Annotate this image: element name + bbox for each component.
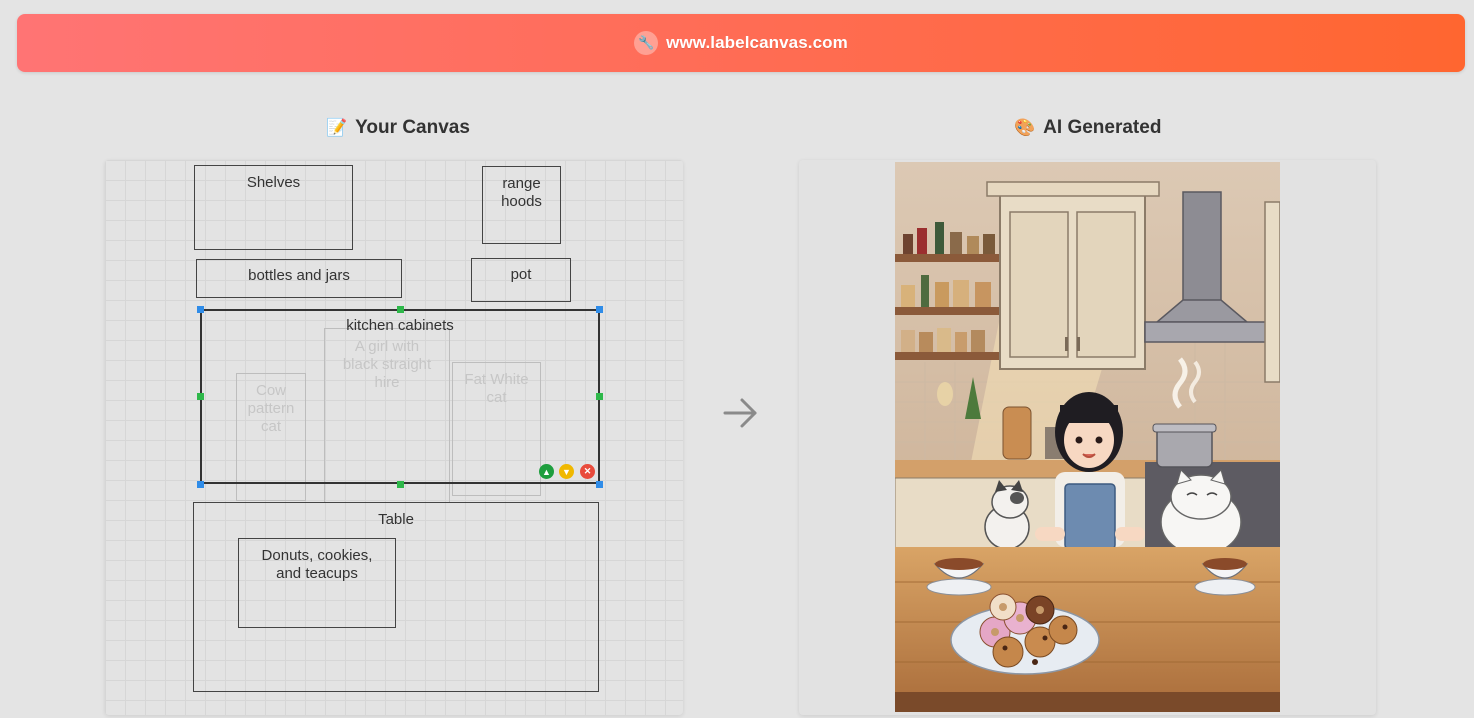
chevron-down-icon[interactable]: ▼: [559, 464, 574, 479]
label-box-bottles[interactable]: bottles and jars: [196, 259, 402, 298]
label-box-donuts[interactable]: Donuts, cookies, and teacups: [238, 538, 396, 628]
palette-icon: 🎨: [1014, 118, 1036, 137]
ai-generated-image: [895, 162, 1280, 712]
pencil-icon: 📝: [326, 118, 348, 137]
label-box-range-hoods[interactable]: range hoods: [482, 166, 561, 244]
resize-handle-se[interactable]: [596, 481, 603, 488]
ai-section-title: 🎨 AI Generated: [1014, 117, 1162, 138]
resize-handle-w[interactable]: [197, 393, 204, 400]
resize-handle-e[interactable]: [596, 393, 603, 400]
resize-handle-nw[interactable]: [197, 306, 204, 313]
site-banner[interactable]: 🔧 www.labelcanvas.com: [17, 14, 1465, 72]
chevron-up-icon[interactable]: ▲: [539, 464, 554, 479]
resize-handle-ne[interactable]: [596, 306, 603, 313]
canvas-section-title: 📝 Your Canvas: [326, 117, 470, 138]
kitchen-cabinets-label: kitchen cabinets: [346, 317, 454, 334]
resize-handle-sw[interactable]: [197, 481, 204, 488]
wrench-icon: 🔧: [634, 31, 659, 55]
delete-icon[interactable]: ✕: [580, 464, 595, 479]
arrow-right-icon: [723, 398, 757, 428]
label-box-pot[interactable]: pot: [471, 258, 571, 302]
site-url[interactable]: www.labelcanvas.com: [666, 33, 848, 53]
resize-handle-s[interactable]: [397, 481, 404, 488]
resize-handle-n[interactable]: [397, 306, 404, 313]
label-box-kitchen-cabinets[interactable]: kitchen cabinets: [200, 309, 600, 484]
label-box-shelves[interactable]: Shelves: [194, 165, 353, 250]
